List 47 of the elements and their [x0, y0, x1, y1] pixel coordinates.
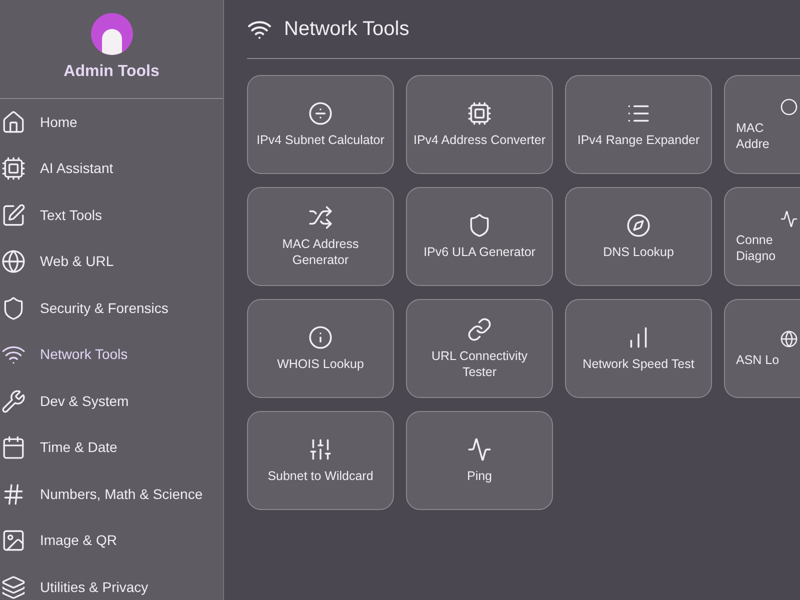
- tool-card[interactable]: IPv6 ULA Generator: [406, 187, 553, 286]
- chip-icon: [467, 101, 492, 126]
- pulse-icon: [467, 437, 492, 462]
- sidebar-item[interactable]: Home: [0, 99, 223, 146]
- tool-card[interactable]: IPv4 Range Expander: [565, 75, 712, 174]
- sidebar-item[interactable]: Utilities & Privacy: [0, 564, 223, 600]
- sidebar-item[interactable]: Dev & System: [0, 378, 223, 424]
- chip-icon: [1, 156, 26, 182]
- wrench-icon: [1, 388, 26, 414]
- info-icon: [308, 325, 333, 350]
- pulse-icon: [780, 210, 798, 228]
- tool-card[interactable]: Conne Diagno: [724, 187, 800, 286]
- sidebar-item[interactable]: Web & URL: [0, 238, 223, 285]
- sidebar-item[interactable]: Numbers, Math & Science: [0, 471, 223, 518]
- avatar: [90, 13, 132, 55]
- home-icon: [1, 110, 26, 135]
- calendar-icon: [1, 435, 26, 460]
- pen-square-icon: [1, 202, 26, 228]
- compass-icon: [626, 213, 651, 238]
- tool-card[interactable]: IPv4 Subnet Calculator: [247, 75, 394, 174]
- circle-icon: [780, 98, 798, 116]
- tool-card[interactable]: MAC Addre: [724, 75, 800, 174]
- sliders-icon: [308, 437, 333, 462]
- tool-card[interactable]: Network Speed Test: [565, 299, 712, 398]
- tool-card[interactable]: Subnet to Wildcard: [247, 411, 394, 510]
- sidebar-item[interactable]: Text Tools: [0, 192, 223, 238]
- globe-icon: [780, 330, 798, 348]
- layers-icon: [1, 574, 26, 600]
- image-icon: [1, 528, 26, 554]
- tool-card[interactable]: WHOIS Lookup: [247, 299, 394, 398]
- sidebar-item[interactable]: Time & Date: [0, 424, 223, 471]
- tool-card[interactable]: DNS Lookup: [565, 187, 712, 286]
- tool-card[interactable]: ASN Lo: [724, 299, 800, 398]
- page-title: Network Tools: [284, 17, 410, 42]
- tool-card[interactable]: IPv4 Address Converter: [406, 75, 553, 174]
- sidebar-item[interactable]: Security & Forensics: [0, 285, 223, 332]
- tool-card[interactable]: URL Connectivity Tester: [406, 299, 553, 398]
- tool-card[interactable]: Ping: [406, 411, 553, 510]
- link-icon: [467, 317, 492, 342]
- globe-icon: [1, 249, 26, 274]
- app-title: Admin Tools: [64, 62, 160, 82]
- shuffle-icon: [308, 205, 333, 230]
- sidebar-item[interactable]: Image & QR: [0, 518, 223, 564]
- tool-card[interactable]: MAC Address Generator: [247, 187, 394, 286]
- sidebar-item[interactable]: AI Assistant: [0, 146, 223, 192]
- sidebar-item[interactable]: Network Tools: [0, 332, 223, 378]
- divide-circle-icon: [308, 101, 333, 126]
